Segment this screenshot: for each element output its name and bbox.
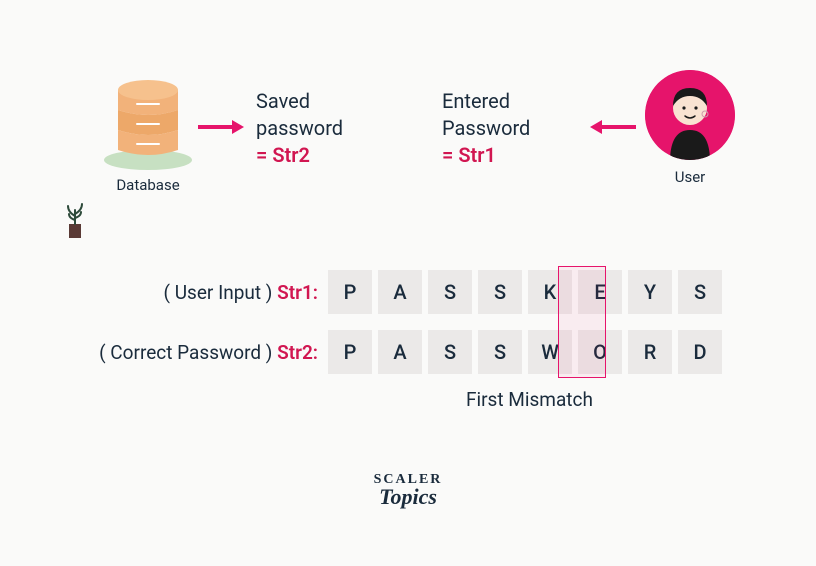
row1-name: Str1: (277, 281, 318, 304)
entered-line2: Password (442, 115, 530, 142)
arrow-left-icon (590, 118, 638, 136)
row2-cells: P A S S W O R D (328, 330, 722, 374)
cell: K (528, 270, 572, 314)
saved-line3: = Str2 (256, 142, 343, 169)
cell: S (478, 270, 522, 314)
user-avatar-icon (645, 70, 735, 160)
saved-line2: password (256, 115, 343, 142)
cell: S (428, 270, 472, 314)
cell: A (378, 270, 422, 314)
cell: A (378, 330, 422, 374)
plant-icon (60, 200, 90, 240)
cell: S (478, 330, 522, 374)
top-row: Database Saved password = Str2 Entered P… (0, 70, 816, 210)
row-user-input: ( User Input ) Str1: P A S S K E Y S (0, 270, 816, 314)
row2-label: ( Correct Password ) Str2: (99, 341, 318, 364)
database-group: Database (88, 70, 208, 194)
cell: E (578, 270, 622, 314)
row2-name: Str2: (277, 341, 318, 364)
database-label: Database (88, 176, 208, 194)
user-label: User (640, 168, 740, 186)
footer-line2: Topics (0, 484, 816, 510)
row2-prefix: ( Correct Password ) (99, 341, 272, 364)
saved-line1: Saved (256, 88, 343, 115)
cell: P (328, 270, 372, 314)
row-correct-password: ( Correct Password ) Str2: P A S S W O R… (0, 330, 816, 374)
footer-logo: SCALER Topics (0, 472, 816, 510)
database-icon (103, 70, 193, 170)
cell: S (428, 330, 472, 374)
row1-prefix: ( User Input ) (164, 281, 273, 304)
cell: D (678, 330, 722, 374)
cell: W (528, 330, 572, 374)
cell: O (578, 330, 622, 374)
row1-cells: P A S S K E Y S (328, 270, 722, 314)
user-group: User (640, 70, 740, 186)
entered-line1: Entered (442, 88, 530, 115)
cell: S (678, 270, 722, 314)
mismatch-label: First Mismatch (466, 388, 593, 411)
cell: P (328, 330, 372, 374)
arrow-right-icon (196, 118, 244, 136)
cell: Y (628, 270, 672, 314)
saved-password-text: Saved password = Str2 (256, 88, 343, 169)
row1-label: ( User Input ) Str1: (164, 281, 319, 304)
comparison-rows: ( User Input ) Str1: P A S S K E Y S ( C… (0, 270, 816, 390)
entered-password-text: Entered Password = Str1 (442, 88, 530, 169)
entered-line3: = Str1 (442, 142, 530, 169)
cell: R (628, 330, 672, 374)
